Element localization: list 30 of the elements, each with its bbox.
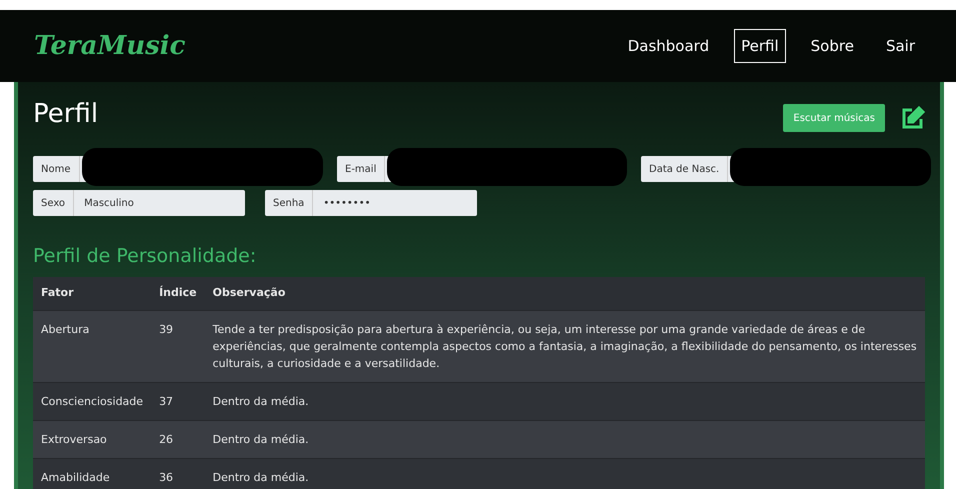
column-header: Fator	[41, 286, 74, 299]
nav-link[interactable]: Perfil	[734, 28, 786, 64]
table-cell: Dentro da média.	[212, 471, 309, 484]
section-title: Perfil de Personalidade:	[33, 244, 258, 269]
field-label: Senha	[265, 190, 314, 216]
edit-icon[interactable]	[901, 106, 925, 130]
input-field[interactable]: ••••••••	[313, 190, 477, 216]
column-header: Índice	[159, 286, 197, 299]
input-field[interactable]: Masculino	[74, 190, 245, 216]
field-label: Sexo	[33, 190, 74, 216]
field-label: E-mail	[337, 156, 386, 182]
table-cell: Amabilidade	[41, 471, 110, 484]
table-cell: Tende a ter predisposição para abertura à experiência, ou seja, um interesse por uma grande variedade de áreas e de experiências, que geralmente contempla aspectos como a fantasia, a imaginação, a flexibilidade do pensamento, os interesses culturais, a curiosidade e a versatilidade.	[212, 323, 917, 370]
table-cell: 39	[159, 323, 174, 336]
nav-link[interactable]: Sair	[878, 28, 922, 64]
table-cell: 26	[159, 433, 174, 446]
table-cell: 37	[159, 395, 174, 408]
table-cell: Dentro da média.	[212, 395, 309, 408]
brand-logo[interactable]: TeraMusic	[34, 26, 186, 66]
nav-link[interactable]: Sobre	[804, 28, 861, 64]
page-title: Perfil	[33, 98, 98, 131]
field-label: Nome	[33, 156, 80, 182]
table-cell: 36	[159, 471, 174, 484]
table-cell: Conscienciosidade	[41, 395, 144, 408]
table-cell: Dentro da média.	[212, 433, 309, 446]
table-cell: Abertura	[41, 323, 90, 336]
nav-link[interactable]: Dashboard	[620, 28, 716, 64]
column-header: Observação	[212, 286, 286, 299]
field-label: Data de Nasc.	[641, 156, 728, 182]
table-cell: Extroversao	[41, 433, 107, 446]
